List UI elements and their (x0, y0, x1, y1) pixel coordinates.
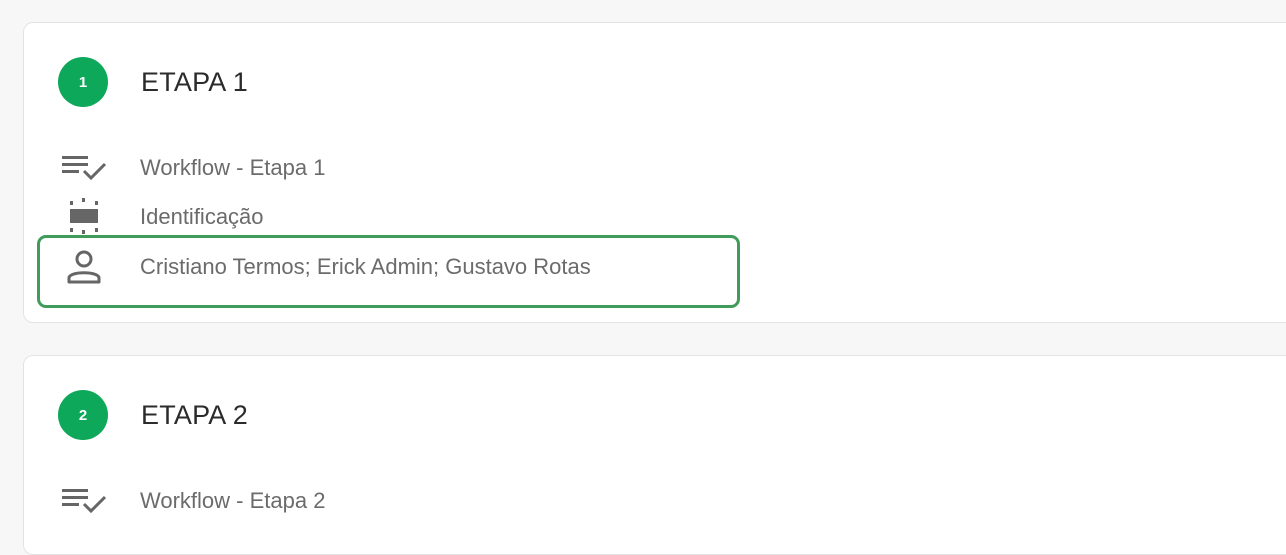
playlist-check-icon (54, 148, 114, 188)
stage-title: ETAPA 2 (141, 400, 248, 430)
stage-card-1[interactable]: 1 ETAPA 1 Workflow - Etapa 1 Identificaç… (23, 22, 1286, 323)
workflow-name: Workflow - Etapa 1 (140, 155, 326, 180)
form-row: Identificação (54, 197, 264, 237)
assignees-row: Cristiano Termos; Erick Admin; Gustavo R… (54, 247, 591, 287)
person-icon (54, 247, 114, 287)
stage-title: ETAPA 1 (141, 67, 248, 97)
assignees-list: Cristiano Termos; Erick Admin; Gustavo R… (140, 254, 591, 279)
form-name: Identificação (140, 204, 264, 229)
stage-card-2[interactable]: 2 ETAPA 2 Workflow - Etapa 2 (23, 355, 1286, 555)
form-identification-icon (54, 197, 114, 237)
playlist-check-icon (54, 481, 114, 521)
workflow-name: Workflow - Etapa 2 (140, 488, 326, 513)
workflow-row: Workflow - Etapa 1 (54, 148, 325, 188)
step-number-badge: 1 (58, 57, 108, 107)
step-number-badge: 2 (58, 390, 108, 440)
workflow-row: Workflow - Etapa 2 (54, 481, 325, 521)
